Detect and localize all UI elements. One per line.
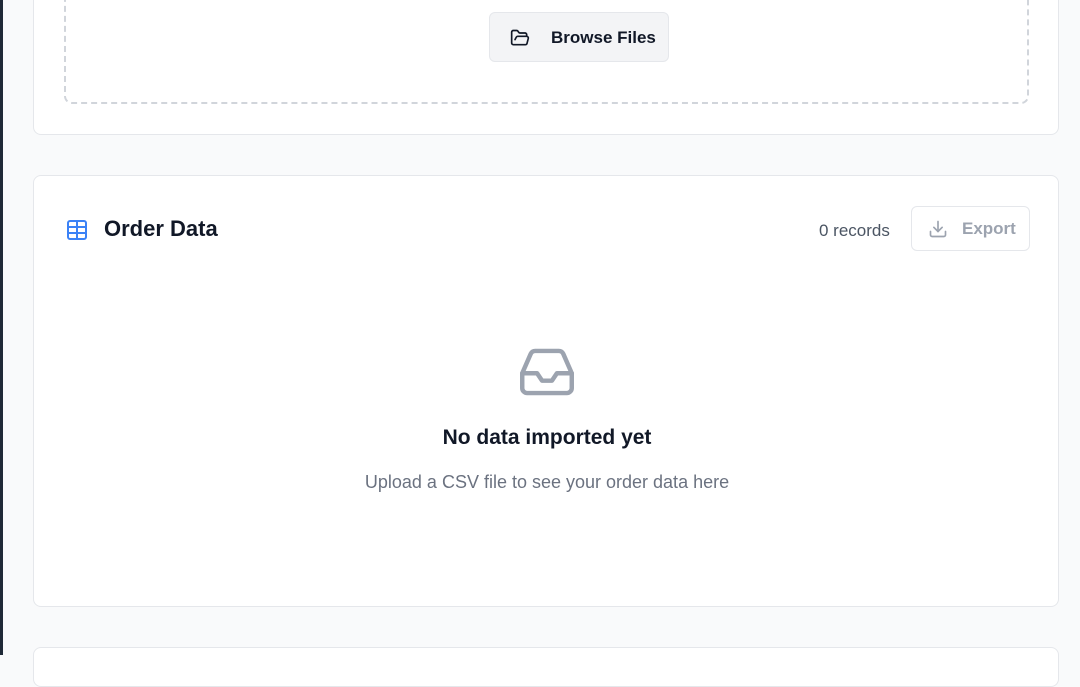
export-button[interactable]: Export [911, 206, 1030, 251]
order-data-card: Order Data 0 records Export No data impo… [33, 175, 1059, 607]
inbox-icon [517, 346, 577, 398]
file-dropzone[interactable]: Browse Files [64, 0, 1029, 104]
upload-card: Browse Files [33, 0, 1059, 135]
empty-state-subtitle: Upload a CSV file to see your order data… [364, 472, 730, 492]
folder-open-icon [510, 28, 530, 48]
records-count: 0 records [819, 221, 890, 240]
section-title: Order Data [104, 216, 218, 241]
next-card [33, 647, 1059, 687]
empty-state-title: No data imported yet [442, 426, 652, 449]
export-label: Export [962, 219, 1016, 238]
browse-files-button[interactable]: Browse Files [489, 12, 669, 62]
browse-files-label: Browse Files [551, 28, 656, 47]
window-left-edge [0, 0, 3, 655]
download-icon [928, 219, 948, 239]
table-icon [65, 218, 89, 242]
